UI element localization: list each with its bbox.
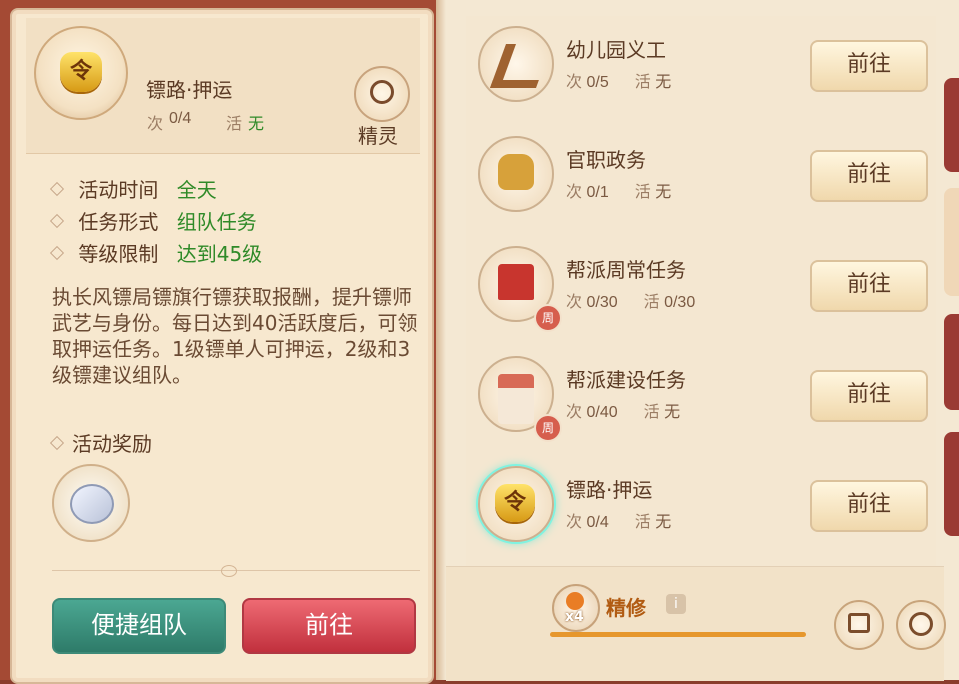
- rocking-horse-icon: [489, 44, 553, 88]
- go-button[interactable]: 前往: [810, 260, 928, 312]
- task-list: 幼儿园义工 次 0/5 活 无 前往 官职政务 次 0/1 活 无 前往 周 帮派周…: [466, 16, 936, 567]
- gang-building-icon: [498, 374, 534, 424]
- task-icon-rocking-horse[interactable]: [478, 26, 554, 102]
- side-tabs: [944, 0, 959, 680]
- silver-coin-icon: [70, 484, 114, 524]
- activity-description: 执长风镖局镖旗行镖获取报酬，提升镖师武艺与身份。每日达到40活跃度后，可领取押运…: [52, 285, 418, 387]
- spirit-label: 精灵: [358, 124, 398, 148]
- boost-multiplier: x4: [565, 609, 584, 625]
- info-value: 组队任务: [176, 210, 257, 234]
- progress-track: [550, 632, 806, 637]
- alarm-button[interactable]: [896, 600, 946, 650]
- info-row-level: 等级限制 达到45级: [49, 238, 263, 267]
- task-row: 官职政务 次 0/1 活 无 前往: [466, 126, 936, 237]
- task-row: 周 帮派建设任务 次 0/40 活 无 前往: [466, 346, 936, 457]
- boost-icon[interactable]: x4: [552, 584, 600, 632]
- info-value: 达到45级: [176, 242, 263, 266]
- task-title: 帮派建设任务: [566, 368, 686, 392]
- task-meta: 次 0/4 活 无: [566, 514, 672, 531]
- info-row-mode: 任务形式 组队任务: [49, 206, 257, 235]
- calendar-icon: [848, 613, 870, 633]
- go-button-left[interactable]: 前往: [242, 598, 416, 654]
- boost-label: 精修: [606, 596, 646, 620]
- activity-count-label: 次: [147, 116, 164, 133]
- progress-fill: [550, 632, 806, 637]
- side-tab[interactable]: [944, 432, 959, 536]
- go-button[interactable]: 前往: [810, 40, 928, 92]
- go-button[interactable]: 前往: [810, 370, 928, 422]
- task-title: 幼儿园义工: [566, 38, 666, 62]
- info-row-time: 活动时间 全天: [49, 174, 217, 203]
- diamond-icon: [49, 213, 65, 229]
- quick-team-button[interactable]: 便捷组队: [52, 598, 226, 654]
- info-value: 全天: [176, 178, 217, 202]
- side-tab[interactable]: [944, 314, 959, 410]
- calendar-button[interactable]: [834, 600, 884, 650]
- task-icon-gang-banner[interactable]: 周: [478, 246, 562, 332]
- reward-title: 活动奖励: [49, 428, 152, 457]
- activity-active-label: 活: [226, 116, 243, 133]
- activity-active-value: 无: [248, 116, 265, 133]
- task-icon-gang-building[interactable]: 周: [478, 356, 562, 442]
- task-meta: 次 0/30 活 0/30: [566, 294, 696, 311]
- task-icon-escort[interactable]: 令: [478, 466, 554, 542]
- activity-title: 镖路·押运: [146, 78, 233, 102]
- task-icon-golden-lion[interactable]: [478, 136, 554, 212]
- side-tab-active[interactable]: [944, 188, 959, 296]
- diamond-icon: [49, 245, 65, 261]
- fire-icon: [566, 592, 584, 610]
- info-icon[interactable]: i: [666, 594, 686, 614]
- reward-item[interactable]: [52, 464, 130, 542]
- task-meta: 次 0/40 活 无: [566, 404, 681, 421]
- weekly-badge: 周: [534, 414, 562, 442]
- info-label: 等级限制: [78, 242, 159, 266]
- spirit-face-icon: [370, 80, 394, 104]
- alarm-clock-icon: [909, 612, 933, 636]
- spirit-button[interactable]: [354, 66, 410, 122]
- side-tab[interactable]: [944, 78, 959, 172]
- golden-lion-icon: [498, 154, 534, 190]
- activity-count-value: 0/4: [169, 110, 192, 127]
- info-label: 活动时间: [78, 178, 159, 202]
- task-meta: 次 0/5 活 无: [566, 74, 672, 91]
- task-title: 官职政务: [566, 148, 646, 172]
- task-title: 帮派周常任务: [566, 258, 686, 282]
- escort-token-icon: 令: [34, 26, 128, 120]
- diamond-icon: [49, 181, 65, 197]
- go-button[interactable]: 前往: [810, 150, 928, 202]
- divider-ornament-icon: [221, 565, 237, 577]
- task-title: 镖路·押运: [566, 478, 653, 502]
- task-row: 幼儿园义工 次 0/5 活 无 前往: [466, 16, 936, 127]
- activity-detail-panel: 令 镖路·押运 次 0/4 活 无 精灵 活动时间 全天 任务形式 组队任务 等…: [10, 8, 434, 684]
- task-meta: 次 0/1 活 无: [566, 184, 672, 201]
- task-row: 周 帮派周常任务 次 0/30 活 0/30 前往: [466, 236, 936, 347]
- escort-token-icon: 令: [495, 484, 535, 522]
- gang-banner-icon: [498, 264, 534, 300]
- weekly-badge: 周: [534, 304, 562, 332]
- task-row-selected: 令 镖路·押运 次 0/4 活 无 前往: [466, 456, 936, 567]
- info-label: 任务形式: [78, 210, 159, 234]
- diamond-icon: [49, 435, 65, 451]
- go-button[interactable]: 前往: [810, 480, 928, 532]
